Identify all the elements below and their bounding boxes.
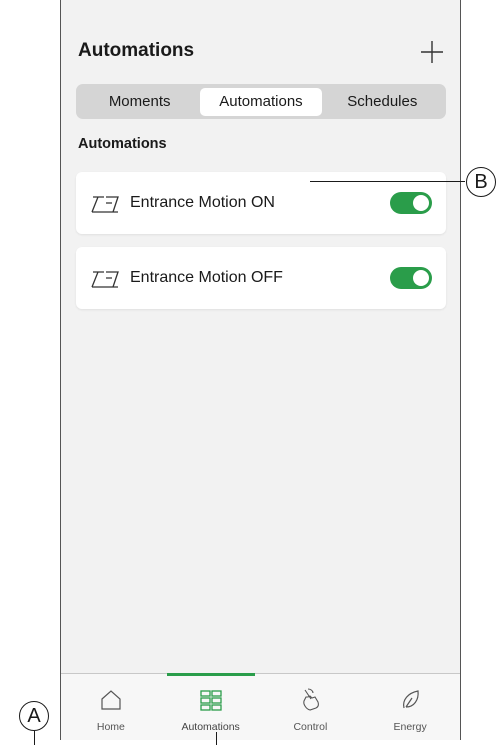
leaf-icon <box>397 687 423 713</box>
tab-automations[interactable]: Automations <box>161 673 261 740</box>
plus-icon <box>421 41 443 63</box>
tab-control[interactable]: Control <box>261 674 361 740</box>
home-icon <box>98 687 124 713</box>
segment-automations[interactable]: Automations <box>200 87 322 116</box>
tab-label: Energy <box>393 721 427 733</box>
callout-b-line <box>310 181 465 183</box>
tab-label: Automations <box>181 721 240 733</box>
tab-energy[interactable]: Energy <box>360 674 460 740</box>
segment-schedules[interactable]: Schedules <box>322 88 443 116</box>
callout-a: A <box>19 701 49 731</box>
segmented-control: Moments Automations Schedules <box>76 84 446 119</box>
automation-toggle[interactable] <box>390 267 432 289</box>
tab-label: Control <box>293 721 328 733</box>
automation-toggle[interactable] <box>390 192 432 214</box>
bottom-tab-bar: Home Automations Control Energy <box>61 673 460 740</box>
hand-touch-icon <box>297 687 323 713</box>
grid-icon <box>198 687 224 713</box>
add-button[interactable] <box>416 36 448 68</box>
callout-a-tick <box>216 732 218 745</box>
motion-sensor-icon <box>90 267 124 289</box>
segment-moments[interactable]: Moments <box>79 88 200 116</box>
toggle-knob <box>413 195 429 211</box>
toggle-knob <box>413 270 429 286</box>
callout-a-stem <box>34 731 36 745</box>
page-title: Automations <box>78 40 195 61</box>
section-heading: Automations <box>78 136 167 152</box>
motion-sensor-icon <box>90 192 124 214</box>
automation-label: Entrance Motion ON <box>130 194 275 211</box>
automation-card-entrance-off[interactable]: Entrance Motion OFF <box>76 247 446 309</box>
active-tab-indicator <box>166 673 255 676</box>
tab-label: Home <box>96 721 125 733</box>
callout-b: B <box>466 167 496 197</box>
automation-label: Entrance Motion OFF <box>130 269 283 286</box>
phone-screen: Automations Moments Automations Schedule… <box>60 0 461 740</box>
tab-home[interactable]: Home <box>61 674 161 740</box>
